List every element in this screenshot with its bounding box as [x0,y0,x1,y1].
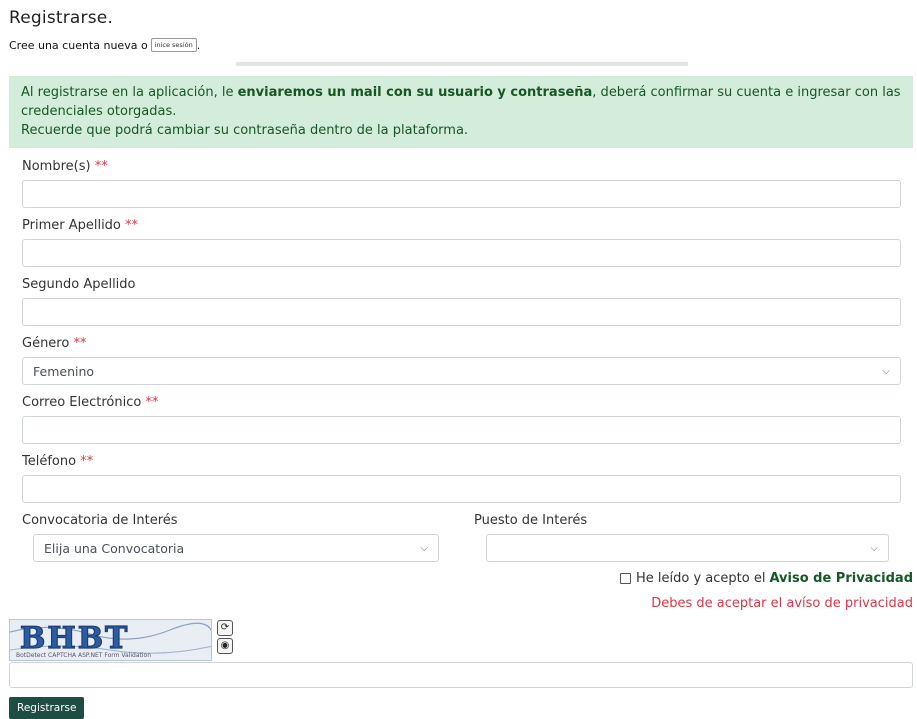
genero-select-value: Femenino [33,363,95,379]
subtitle: Cree una cuenta nueva o inice sesión . [9,38,200,52]
svg-text:BHBT: BHBT [20,621,129,654]
privacy-link[interactable]: Aviso de Privacidad [769,571,913,586]
required-marker: ** [94,159,108,174]
primer-apellido-label-text: Primer Apellido [22,218,121,233]
alert-text-1: Al registrarse en la aplicación, le [21,85,234,100]
privacy-error: Debes de aceptar el avíso de privacidad [651,596,913,611]
chevron-down-icon: ⌵ [420,542,428,554]
genero-label-text: Género [22,336,70,351]
convocatoria-label: Convocatoria de Interés [22,513,178,528]
puesto-label: Puesto de Interés [474,513,588,528]
alert-text-2: Recuerde que podrá cambiar su contraseña… [21,123,469,138]
nombre-label-text: Nombre(s) [22,159,91,174]
correo-label: Correo Electrónico ** [22,395,158,410]
required-marker: ** [125,218,139,233]
convocatoria-select[interactable]: Elija una Convocatoria ⌵ [33,534,439,562]
sound-icon[interactable]: ◉ [217,638,233,654]
genero-select[interactable]: Femenino ⌵ [22,357,901,385]
divider [236,62,688,66]
correo-input[interactable] [22,416,901,444]
subtitle-text: Cree una cuenta nueva o [9,38,148,52]
page-title: Registrarse. [9,8,114,28]
info-alert: Al registrarse en la aplicación, le envi… [9,76,913,148]
login-button[interactable]: inice sesión [150,38,197,52]
convocatoria-select-value: Elija una Convocatoria [44,540,185,556]
captcha-caption: BotDetect CAPTCHA ASP.NET Form Validatio… [16,652,151,659]
puesto-select[interactable]: ⌵ [486,534,889,562]
genero-label: Género ** [22,336,86,351]
chevron-down-icon: ⌵ [870,542,878,554]
telefono-label-text: Teléfono [22,454,77,469]
privacy-checkbox[interactable] [619,573,631,584]
required-marker: ** [145,395,159,410]
segundo-apellido-input[interactable] [22,298,901,326]
telefono-label: Teléfono ** [22,454,93,469]
required-marker: ** [73,336,87,351]
captcha-input[interactable] [9,662,913,688]
required-marker: ** [80,454,94,469]
subtitle-suffix: . [196,38,201,52]
segundo-apellido-label: Segundo Apellido [22,277,136,292]
captcha-image: BHBT BotDetect CAPTCHA ASP.NET Form Vali… [9,619,212,661]
segundo-apellido-label-text: Segundo Apellido [22,277,136,292]
primer-apellido-label: Primer Apellido ** [22,218,138,233]
register-button[interactable]: Registrarse [9,697,85,719]
reload-icon[interactable]: ⟳ [217,620,233,636]
captcha-code: BHBT [19,620,129,654]
nombre-label: Nombre(s) ** [22,159,108,174]
primer-apellido-input[interactable] [22,239,901,267]
privacy-consent: He leído y acepto el Aviso de Privacidad [619,571,913,586]
privacy-label: He leído y acepto el [635,571,766,586]
telefono-input[interactable] [22,475,901,503]
alert-bold-text: enviaremos un mail con su usuario y cont… [237,85,593,100]
correo-label-text: Correo Electrónico [22,395,142,410]
chevron-down-icon: ⌵ [882,365,890,377]
nombre-input[interactable] [22,180,901,208]
